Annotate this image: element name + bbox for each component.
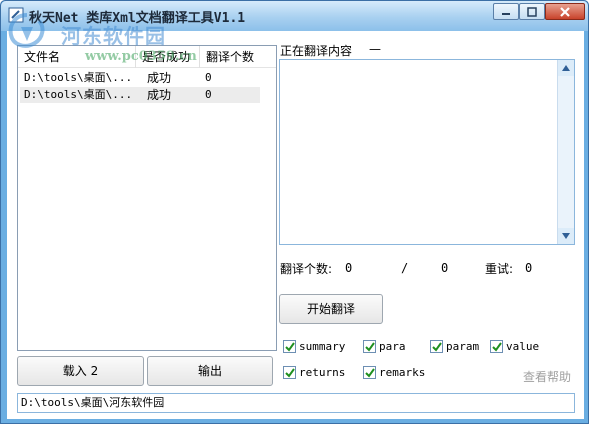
- path-field[interactable]: D:\tools\桌面\河东软件园: [17, 393, 575, 413]
- maximize-icon: [527, 6, 537, 17]
- vertical-scrollbar[interactable]: [557, 60, 574, 244]
- checkbox-value[interactable]: value: [490, 340, 539, 353]
- translating-label: 正在翻译内容: [280, 44, 353, 58]
- scroll-up-button[interactable]: [558, 60, 574, 76]
- count-separator: /: [401, 261, 409, 275]
- total-count-value: 0: [441, 261, 449, 275]
- close-button[interactable]: [545, 3, 585, 20]
- table-row[interactable]: D:\tools\桌面\... 成功 0: [20, 70, 260, 86]
- triangle-up-icon: [562, 65, 570, 71]
- checkbox-returns[interactable]: returns: [283, 366, 345, 379]
- checkmark-icon: [284, 367, 295, 378]
- checkbox-label: returns: [299, 366, 346, 379]
- watermark-logo: [8, 13, 45, 48]
- close-icon: [560, 6, 570, 17]
- checkbox-remarks[interactable]: remarks: [363, 366, 425, 379]
- start-translate-button[interactable]: 开始翻译: [279, 294, 383, 324]
- retry-label: 重试:: [485, 262, 514, 276]
- status-cell: 成功: [147, 71, 172, 85]
- minimize-button[interactable]: [493, 3, 519, 20]
- translation-content-box[interactable]: [279, 59, 575, 245]
- watermark-site-name: 河东软件园: [61, 24, 166, 48]
- checkbox-label: value: [506, 340, 540, 353]
- table-row[interactable]: D:\tools\桌面\... 成功 0: [20, 87, 260, 103]
- load-button[interactable]: 载入 2: [17, 356, 144, 386]
- checkbox-box[interactable]: [363, 366, 376, 379]
- translated-count-label: 翻译个数:: [280, 262, 333, 276]
- checkbox-label: remarks: [379, 366, 426, 379]
- translated-count-value: 0: [345, 261, 353, 275]
- checkmark-icon: [364, 367, 375, 378]
- checkbox-box[interactable]: [363, 340, 376, 353]
- main-panel: 文件名 是否成功 翻译个数 D:\tools\桌面\... 成功 0 D:\to…: [7, 31, 584, 419]
- column-header-count[interactable]: 翻译个数: [200, 46, 276, 68]
- retry-value: 0: [525, 261, 533, 275]
- translating-value: —: [369, 42, 381, 56]
- app-window: 秋天Net 类库Xml文档翻译工具V1.1 文件名 是否成功 翻译个数 D:\t…: [0, 0, 589, 424]
- maximize-button[interactable]: [519, 3, 545, 20]
- count-cell: 0: [205, 88, 212, 101]
- help-link[interactable]: 查看帮助: [523, 368, 571, 385]
- file-name-cell: D:\tools\桌面\...: [24, 71, 133, 84]
- checkbox-para[interactable]: para: [363, 340, 406, 353]
- checkbox-box[interactable]: [490, 340, 503, 353]
- file-list[interactable]: 文件名 是否成功 翻译个数 D:\tools\桌面\... 成功 0 D:\to…: [17, 45, 277, 351]
- checkbox-param[interactable]: param: [430, 340, 479, 353]
- checkbox-summary[interactable]: summary: [283, 340, 345, 353]
- checkbox-box[interactable]: [283, 340, 296, 353]
- watermark-url: www.pc0359.cn: [85, 49, 197, 64]
- count-cell: 0: [205, 71, 212, 84]
- minimize-icon: [502, 12, 510, 15]
- checkbox-label: param: [446, 340, 480, 353]
- checkmark-icon: [364, 341, 375, 352]
- checkbox-box[interactable]: [430, 340, 443, 353]
- checkbox-label: summary: [299, 340, 346, 353]
- export-button[interactable]: 输出: [147, 356, 273, 386]
- checkmark-icon: [284, 341, 295, 352]
- status-cell: 成功: [147, 88, 172, 102]
- triangle-down-icon: [562, 233, 570, 239]
- checkbox-label: para: [379, 340, 406, 353]
- checkmark-icon: [431, 341, 442, 352]
- checkbox-box[interactable]: [283, 366, 296, 379]
- checkmark-icon: [491, 341, 502, 352]
- file-name-cell: D:\tools\桌面\...: [24, 88, 133, 101]
- scroll-down-button[interactable]: [558, 228, 574, 244]
